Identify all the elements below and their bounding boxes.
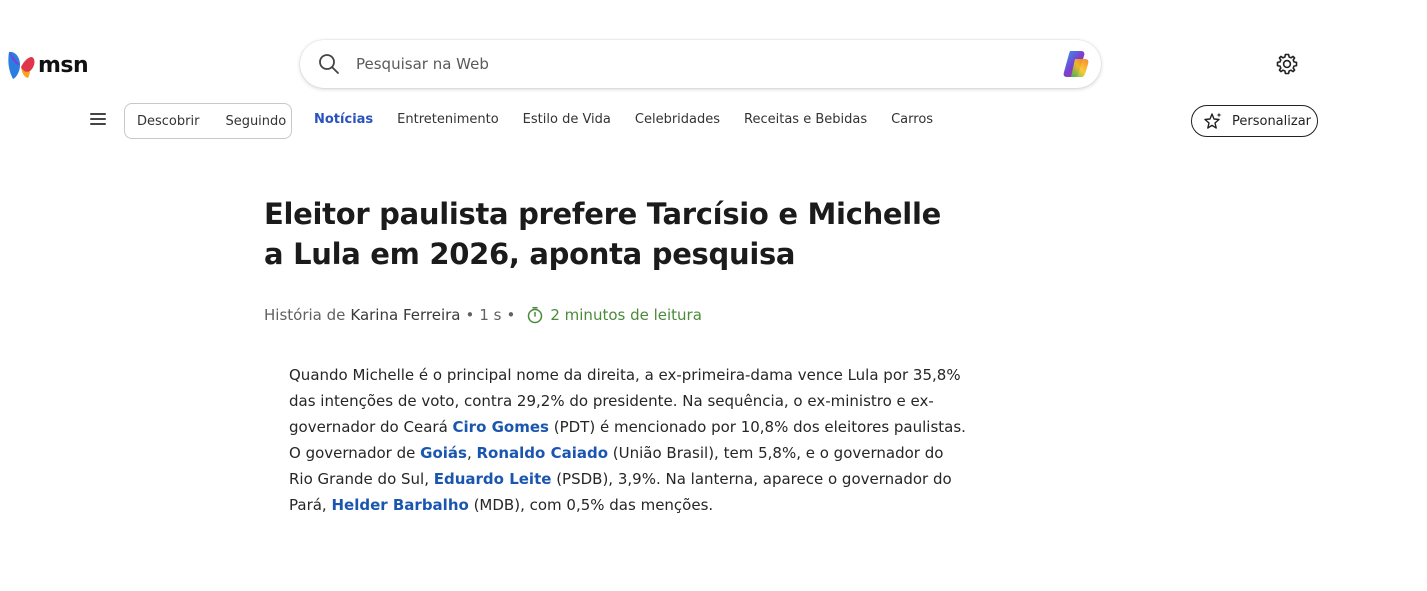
nav-item-estilo-de-vida[interactable]: Estilo de Vida (523, 112, 611, 127)
nav-item-noticias[interactable]: Notícias (314, 112, 373, 127)
nav-item-entretenimento[interactable]: Entretenimento (397, 112, 499, 127)
category-nav: Notícias Entretenimento Estilo de Vida C… (314, 112, 957, 127)
msn-logo[interactable]: msn (6, 49, 89, 81)
nav-item-carros[interactable]: Carros (891, 112, 933, 127)
gear-icon[interactable] (1275, 52, 1299, 76)
paragraph-text: (MDB), com 0,5% das menções. (468, 496, 714, 514)
search-input[interactable] (356, 52, 1036, 76)
inline-link[interactable]: Eduardo Leite (434, 470, 552, 488)
author-name[interactable]: Karina Ferreira (350, 306, 460, 324)
tab-descobrir[interactable]: Descobrir (137, 114, 199, 129)
stopwatch-icon (528, 307, 543, 324)
separator-dot: • (465, 306, 475, 324)
tab-seguindo[interactable]: Seguindo (225, 114, 286, 129)
copilot-icon[interactable] (1061, 49, 1091, 79)
personalize-label: Personalizar (1232, 113, 1312, 129)
search-bar[interactable] (300, 40, 1101, 88)
paragraph-text: , (466, 444, 477, 462)
publish-time: 1 s (479, 306, 502, 324)
nav-item-receitas-e-bebidas[interactable]: Receitas e Bebidas (744, 112, 867, 127)
search-icon[interactable] (318, 53, 340, 75)
feed-toggle: Descobrir Seguindo (124, 103, 292, 139)
inline-link[interactable]: Ciro Gomes (453, 418, 549, 436)
inline-link[interactable]: Goiás (420, 444, 467, 462)
sparkle-star-icon (1204, 112, 1222, 129)
byline-prefix: História de (264, 306, 346, 324)
inline-link[interactable]: Helder Barbalho (331, 496, 468, 514)
hamburger-icon[interactable] (90, 113, 106, 127)
article-byline: História de Karina Ferreira • 1 s • 2 mi… (264, 306, 702, 324)
msn-butterfly-icon (8, 51, 35, 79)
article-paragraph: Quando Michelle é o principal nome da di… (289, 362, 969, 518)
nav-item-celebridades[interactable]: Celebridades (635, 112, 720, 127)
inline-link[interactable]: Ronaldo Caiado (477, 444, 609, 462)
personalize-button[interactable]: Personalizar (1191, 105, 1318, 137)
read-time: 2 minutos de leitura (550, 306, 702, 324)
separator-dot: • (506, 306, 516, 324)
msn-wordmark: msn (38, 52, 89, 78)
article-title: Eleitor paulista prefere Tarcísio e Mich… (264, 197, 941, 271)
